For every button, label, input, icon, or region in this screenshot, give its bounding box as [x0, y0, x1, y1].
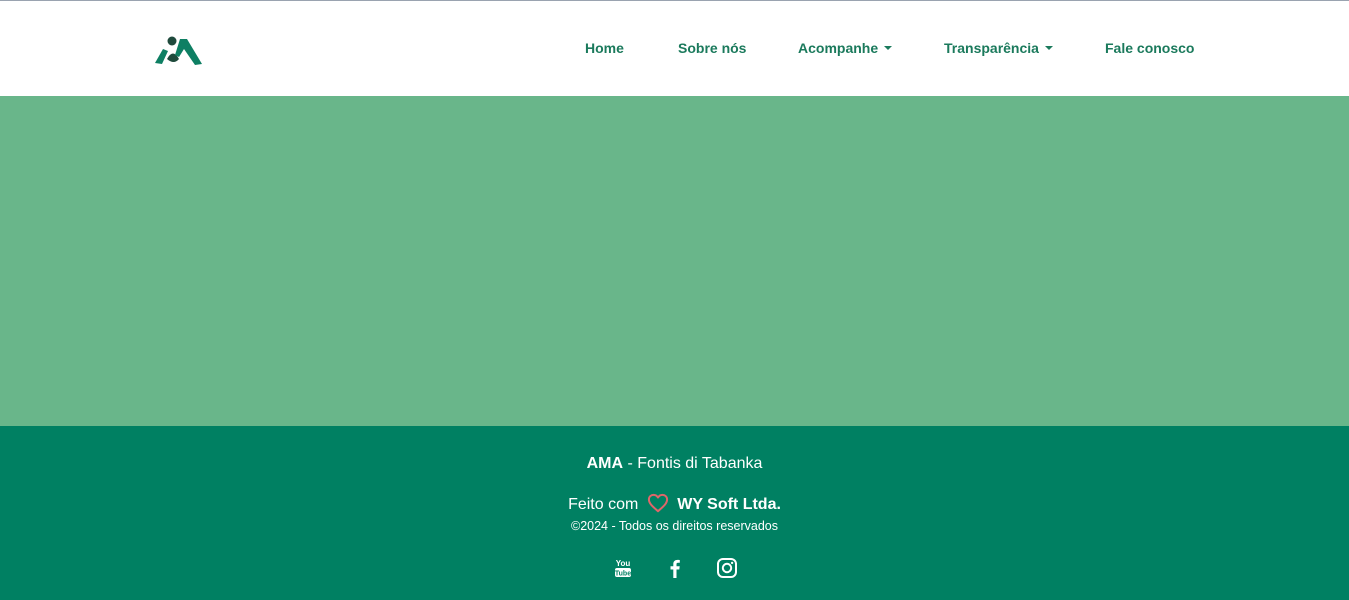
nav-acompanhe-dropdown[interactable]: Acompanhe [798, 40, 893, 56]
footer-made-with-prefix: Feito com [568, 496, 639, 513]
heart-icon [647, 493, 669, 519]
facebook-icon [670, 559, 680, 578]
caret-down-icon [884, 46, 893, 50]
nav-home[interactable]: Home [585, 40, 624, 56]
svg-text:Tube: Tube [614, 571, 630, 578]
navbar: Home Sobre nós Acompanhe Transparência F… [0, 1, 1349, 96]
youtube-icon: You Tube [614, 559, 630, 578]
nav-acompanhe-label: Acompanhe [798, 40, 879, 56]
nav-home-label: Home [585, 40, 624, 56]
footer-made-by: WY Soft Ltda. [677, 496, 781, 513]
footer-brand-line: AMA - Fontis di Tabanka [0, 454, 1349, 474]
facebook-link[interactable] [664, 557, 686, 579]
social-links: You Tube [0, 557, 1349, 579]
nav-transparencia-label: Transparência [944, 40, 1039, 56]
nav-fale-conosco[interactable]: Fale conosco [1105, 40, 1194, 56]
caret-down-icon [1044, 46, 1053, 50]
youtube-link[interactable]: You Tube [612, 557, 634, 579]
footer-brand: AMA [586, 455, 624, 472]
nav-transparencia-dropdown[interactable]: Transparência [944, 40, 1053, 56]
instagram-link[interactable] [716, 557, 738, 579]
main-nav: Home Sobre nós Acompanhe Transparência F… [0, 1, 1349, 96]
hero-banner [0, 96, 1349, 426]
instagram-icon [716, 558, 737, 578]
footer-made-with-line: Feito com WY Soft Ltda. [0, 493, 1349, 519]
footer-brand-suffix: - Fontis di Tabanka [623, 455, 763, 472]
nav-fale-conosco-label: Fale conosco [1105, 40, 1195, 56]
nav-sobre-nos-label: Sobre nós [678, 40, 747, 56]
nav-sobre-nos[interactable]: Sobre nós [678, 40, 746, 56]
footer-copyright: ©2024 - Todos os direitos reservados [570, 519, 778, 533]
svg-text:You: You [615, 559, 630, 568]
footer: AMA - Fontis di Tabanka Feito com WY Sof… [0, 426, 1349, 600]
